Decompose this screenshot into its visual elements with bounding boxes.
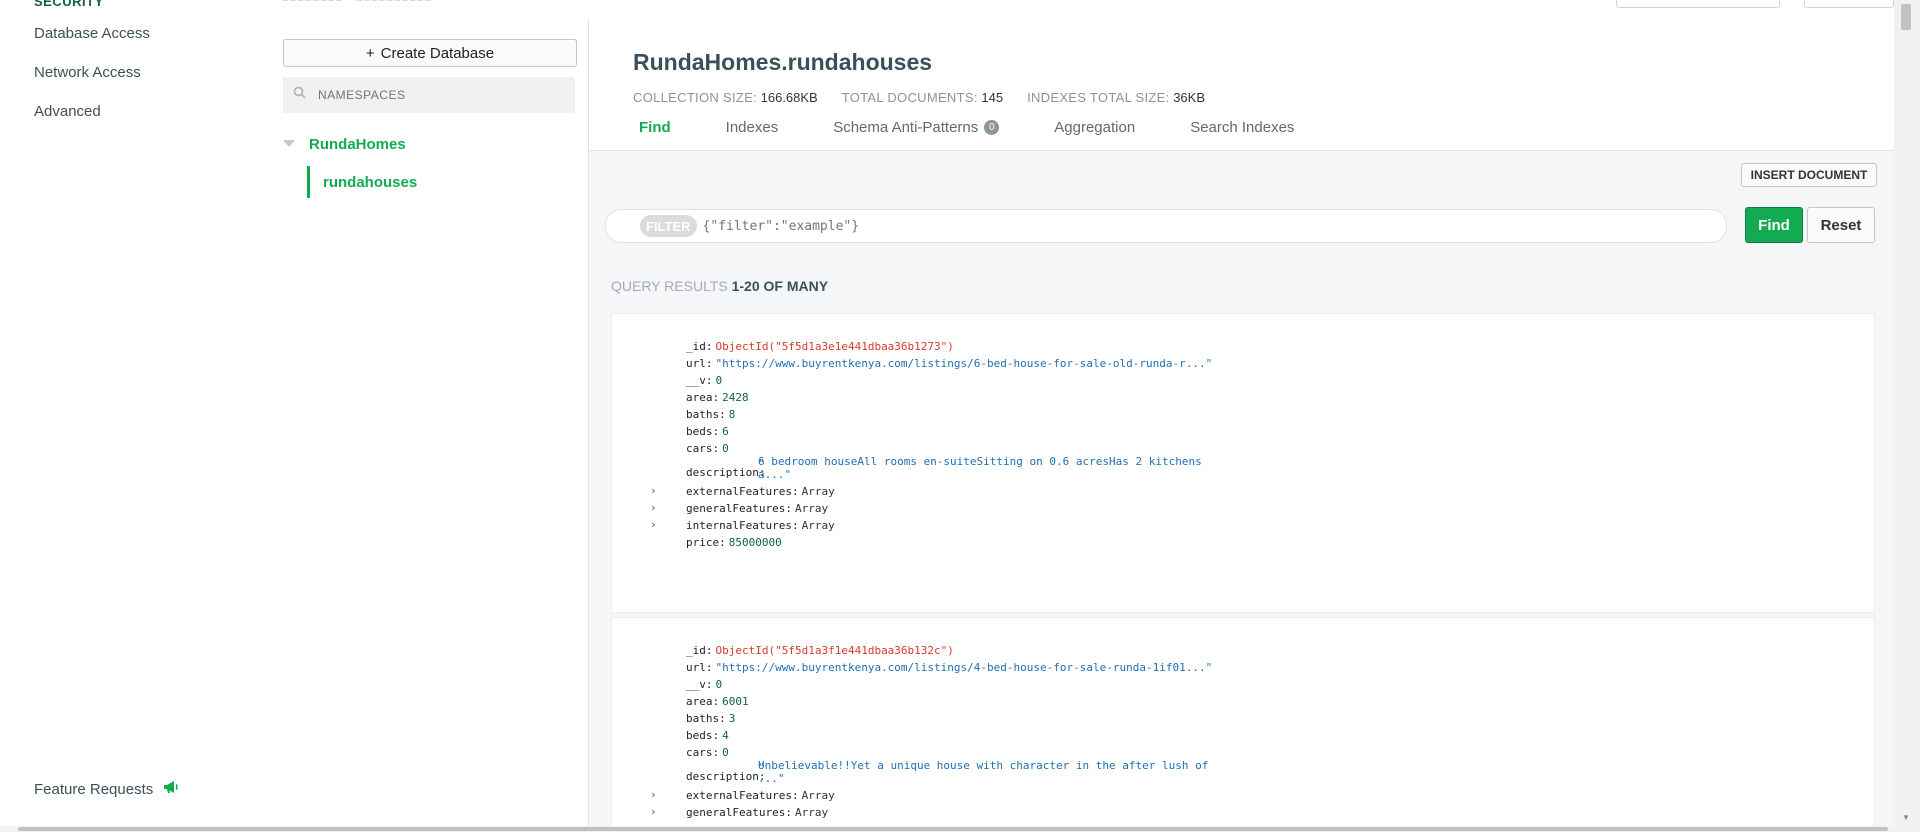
chevron-right-icon[interactable]: › [650, 805, 657, 818]
feature-requests-label: Feature Requests [34, 780, 154, 798]
megaphone-icon [163, 780, 179, 798]
breadcrumb: ■■■■■■■■ › ■■■■■■■■■■ › [282, 0, 441, 4]
plus-icon: + [365, 44, 375, 62]
filter-bar: FILTER [605, 209, 1727, 243]
collection-tabs: Find Indexes Schema Anti-Patterns 0 Aggr… [633, 119, 1349, 144]
database-name: RundaHomes [309, 135, 406, 153]
insert-document-button[interactable]: INSERT DOCUMENT [1741, 163, 1877, 187]
filter-input[interactable] [700, 217, 1305, 235]
vertical-scroll-thumb[interactable] [1901, 4, 1911, 30]
field-area: area:2428 [686, 391, 749, 404]
anti-patterns-count-badge: 0 [984, 120, 1000, 135]
create-database-label: Create Database [380, 44, 495, 62]
security-section-label: SECURITY [34, 0, 104, 9]
field-general-features[interactable]: › generalFeatures: Array [650, 498, 1212, 515]
create-database-button[interactable]: + Create Database [283, 39, 577, 67]
tab-find[interactable]: Find [639, 119, 671, 144]
document-card[interactable]: _id: ObjectId("5f5d1a3f1e441dbaa36b132c")… [611, 617, 1875, 826]
vertical-scrollbar[interactable]: ▼ [1894, 0, 1920, 826]
namespace-search[interactable] [283, 77, 575, 113]
tab-search-indexes[interactable]: Search Indexes [1190, 119, 1294, 144]
stat-total-documents: TOTAL DOCUMENTS: 145 [841, 90, 1004, 105]
document-fields: _id: ObjectId("5f5d1a3f1e441dbaa36b132c")… [650, 640, 1213, 819]
field-external-features[interactable]: › externalFeatures: Array [650, 481, 1212, 498]
query-results-summary: QUERY RESULTS 1-20 OF MANY [611, 278, 828, 294]
chevron-right-icon[interactable]: › [650, 518, 657, 531]
database-item-rundahomes[interactable]: RundaHomes [283, 135, 406, 153]
namespace-sidebar: + Create Database RundaHomes rundahouses [281, 19, 589, 826]
field-v: __v:0 [686, 678, 723, 691]
refresh-button[interactable] [1804, 0, 1894, 8]
find-button[interactable]: Find [1745, 207, 1803, 243]
filter-label-pill: FILTER [640, 215, 697, 237]
field-url: url: "https://www.buyrentkenya.com/listin… [686, 661, 1213, 674]
caret-down-icon[interactable] [283, 135, 295, 153]
field-baths: baths:8 [686, 408, 736, 421]
document-card[interactable]: _id: ObjectId("5f5d1a3e1e441dbaa36b1273")… [611, 313, 1875, 613]
field-general-features[interactable]: › generalFeatures: Array [650, 802, 1212, 819]
stat-collection-size: COLLECTION SIZE: 166.68KB [633, 90, 818, 105]
stat-indexes-size: INDEXES TOTAL SIZE: 36KB [1027, 90, 1205, 105]
field-area: area:6001 [686, 695, 749, 708]
field-description: description: " Unbelievable!!Yet a unique … [686, 759, 1209, 785]
field-baths: baths:3 [686, 712, 736, 725]
collection-stats: COLLECTION SIZE: 166.68KB TOTAL DOCUMENT… [633, 90, 1205, 105]
scroll-down-arrow-icon[interactable]: ▼ [1902, 813, 1910, 822]
horizontal-scroll-thumb[interactable] [18, 827, 1888, 831]
field-cars: cars:0 [686, 746, 729, 759]
nav-item-database-access[interactable]: Database Access [34, 25, 150, 42]
field-beds: beds:6 [686, 425, 729, 438]
field-external-features[interactable]: › externalFeatures: Array [650, 785, 1212, 802]
chevron-right-icon[interactable]: › [650, 788, 657, 801]
collection-item-rundahouses[interactable]: rundahouses [307, 166, 417, 198]
field-cars: cars:0 [686, 442, 729, 455]
field-url: url: "https://www.buyrentkenya.com/listin… [686, 357, 1213, 370]
field-id: _id: ObjectId("5f5d1a3f1e441dbaa36b132c") [686, 644, 954, 657]
query-results-range: 1-20 OF MANY [731, 278, 829, 294]
chevron-right-icon[interactable]: › [650, 484, 657, 497]
field-internal-features[interactable]: › internalFeatures: Array [650, 515, 1212, 532]
tab-aggregation[interactable]: Aggregation [1054, 119, 1135, 144]
view-toggle-button[interactable] [1616, 0, 1780, 8]
reset-button[interactable]: Reset [1807, 207, 1875, 243]
namespace-search-input[interactable] [316, 87, 560, 103]
tab-indexes[interactable]: Indexes [726, 119, 779, 144]
nav-item-network-access[interactable]: Network Access [34, 64, 141, 81]
tab-schema-anti-patterns-label: Schema Anti-Patterns [833, 119, 979, 136]
horizontal-scrollbar[interactable] [0, 826, 1920, 832]
field-price: price:85000000 [686, 536, 782, 549]
search-icon [293, 86, 306, 104]
feature-requests-link[interactable]: Feature Requests [34, 780, 179, 798]
field-v: __v:0 [686, 374, 723, 387]
collection-view: RundaHomes.rundahouses COLLECTION SIZE: … [589, 19, 1895, 826]
nav-item-advanced[interactable]: Advanced [34, 103, 101, 120]
tab-schema-anti-patterns[interactable]: Schema Anti-Patterns 0 [833, 119, 1000, 144]
collection-header: RundaHomes.rundahouses COLLECTION SIZE: … [589, 19, 1895, 151]
document-fields: _id: ObjectId("5f5d1a3e1e441dbaa36b1273")… [650, 336, 1213, 549]
field-beds: beds:4 [686, 729, 729, 742]
chevron-right-icon[interactable]: › [650, 501, 657, 514]
query-results-label: QUERY RESULTS [611, 278, 728, 294]
collection-title: RundaHomes.rundahouses [633, 49, 933, 75]
field-id: _id: ObjectId("5f5d1a3e1e441dbaa36b1273") [686, 340, 954, 353]
field-description: description: " 6 bedroom houseAll rooms en… [686, 455, 1202, 481]
left-nav: SECURITY Database Access Network Access … [0, 0, 280, 826]
